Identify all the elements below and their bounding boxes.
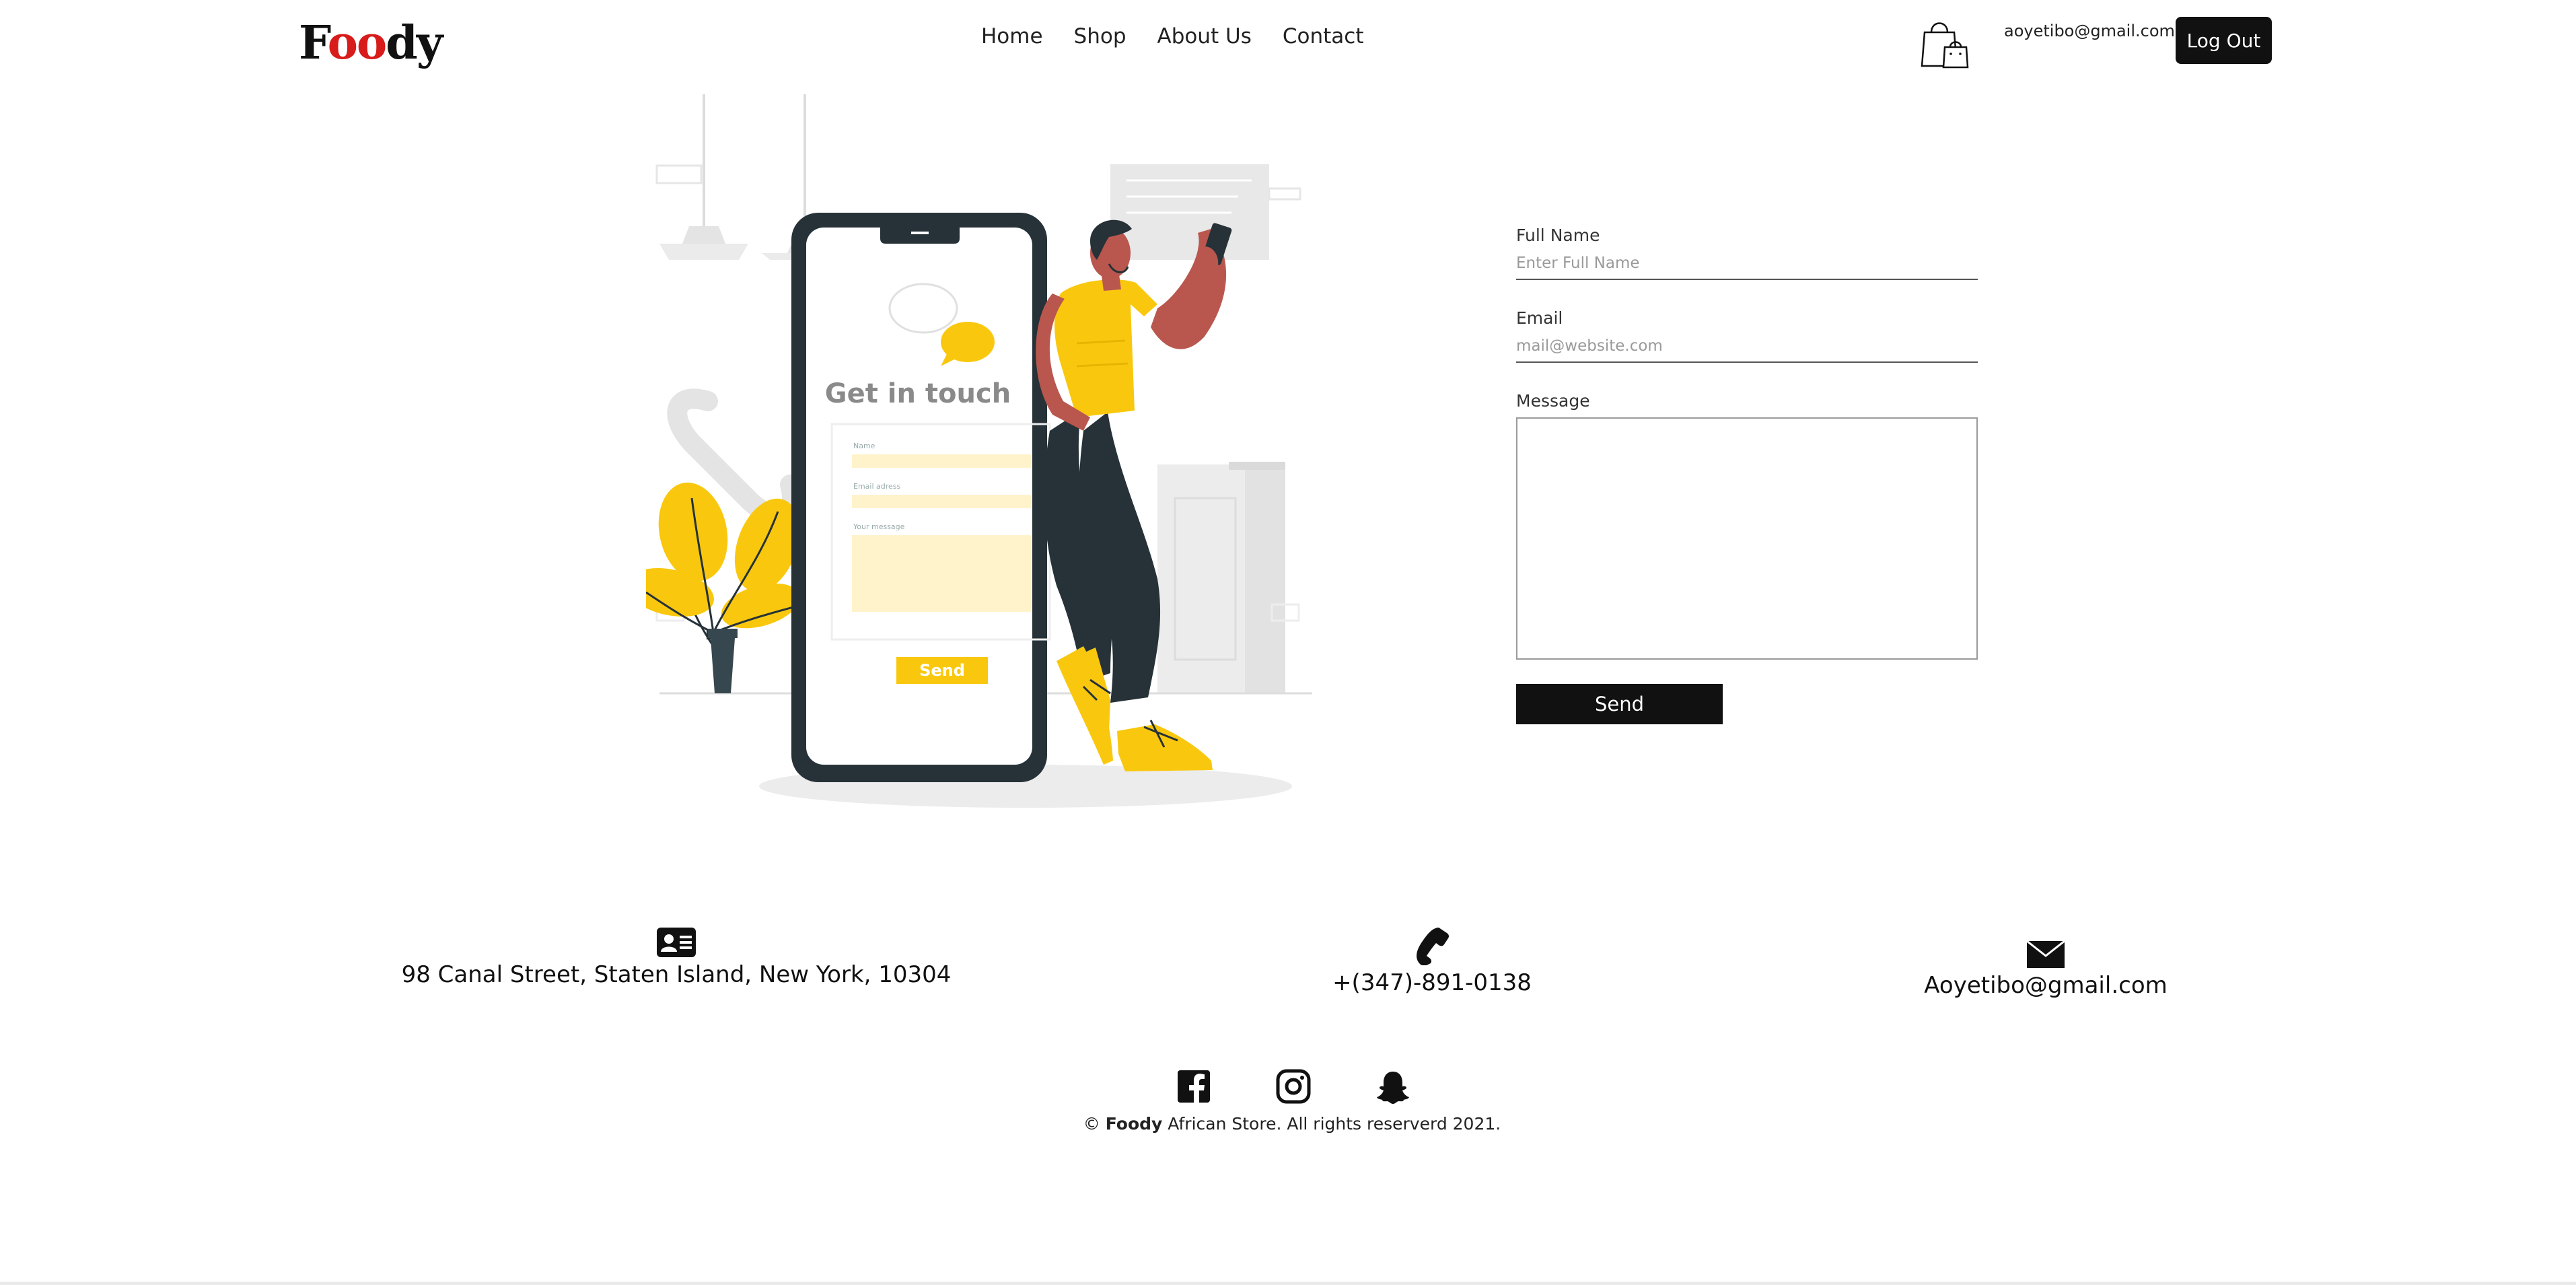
plant xyxy=(646,482,800,693)
message-textarea[interactable] xyxy=(1516,417,1978,660)
nav-about-us[interactable]: About Us xyxy=(1157,24,1252,48)
social-links xyxy=(1176,1069,1410,1104)
illustration-name-label: Name xyxy=(853,442,875,450)
page-bottom-divider xyxy=(0,1282,2576,1285)
user-email: aoyetibo@gmail.com xyxy=(2004,22,2175,40)
shopping-bag-icon[interactable] xyxy=(1919,15,1970,69)
contact-address: 98 Canal Street, Staten Island, New York… xyxy=(377,928,976,988)
illustration-title: Get in touch xyxy=(825,378,1011,409)
contact-email: Aoyetibo@gmail.com xyxy=(1871,941,2221,999)
nav-shop[interactable]: Shop xyxy=(1074,24,1126,48)
facebook-icon[interactable] xyxy=(1176,1069,1211,1104)
brand-logo[interactable]: Foody xyxy=(299,16,443,70)
full-name-group: Full Name xyxy=(1516,225,1978,280)
phone-text: +(347)-891-0138 xyxy=(1332,969,1532,996)
nav-home[interactable]: Home xyxy=(981,24,1043,48)
copyright-text: African Store. All rights reserverd 2021… xyxy=(1168,1114,1501,1134)
email-label: Email xyxy=(1516,308,1563,328)
address-text: 98 Canal Street, Staten Island, New York… xyxy=(401,961,952,988)
nav-contact[interactable]: Contact xyxy=(1283,24,1364,48)
email-text: Aoyetibo@gmail.com xyxy=(1924,972,2168,999)
instagram-icon[interactable] xyxy=(1276,1069,1311,1104)
contact-phone: +(347)-891-0138 xyxy=(1297,925,1567,996)
main-nav: Home Shop About Us Contact xyxy=(981,24,1364,48)
illustration-send-label: Send xyxy=(919,661,965,680)
copyright-symbol: © xyxy=(1083,1114,1100,1134)
send-button[interactable]: Send xyxy=(1516,684,1723,724)
footer-brand: Foody xyxy=(1105,1114,1163,1134)
phone-mockup: Get in touch Name Email adress Your mess… xyxy=(791,213,1051,782)
message-group: Message xyxy=(1516,391,1978,660)
contact-illustration: Get in touch Name Email adress Your mess… xyxy=(646,94,1312,808)
id-card-icon xyxy=(657,928,696,957)
message-label: Message xyxy=(1516,391,1590,411)
snapchat-icon[interactable] xyxy=(1375,1069,1410,1104)
illustration-message-label: Your message xyxy=(853,522,905,531)
copyright: © Foody African Store. All rights reserv… xyxy=(1009,1114,1575,1134)
envelope-icon xyxy=(2027,941,2065,968)
illustration-email-label: Email adress xyxy=(853,482,901,491)
contact-form: Full Name Email Message Send xyxy=(1516,225,1978,724)
logout-button[interactable]: Log Out xyxy=(2176,17,2272,64)
phone-icon xyxy=(1417,928,1450,965)
full-name-input[interactable] xyxy=(1516,252,1978,280)
email-input[interactable] xyxy=(1516,335,1978,363)
full-name-label: Full Name xyxy=(1516,225,1600,245)
email-group: Email xyxy=(1516,308,1978,363)
